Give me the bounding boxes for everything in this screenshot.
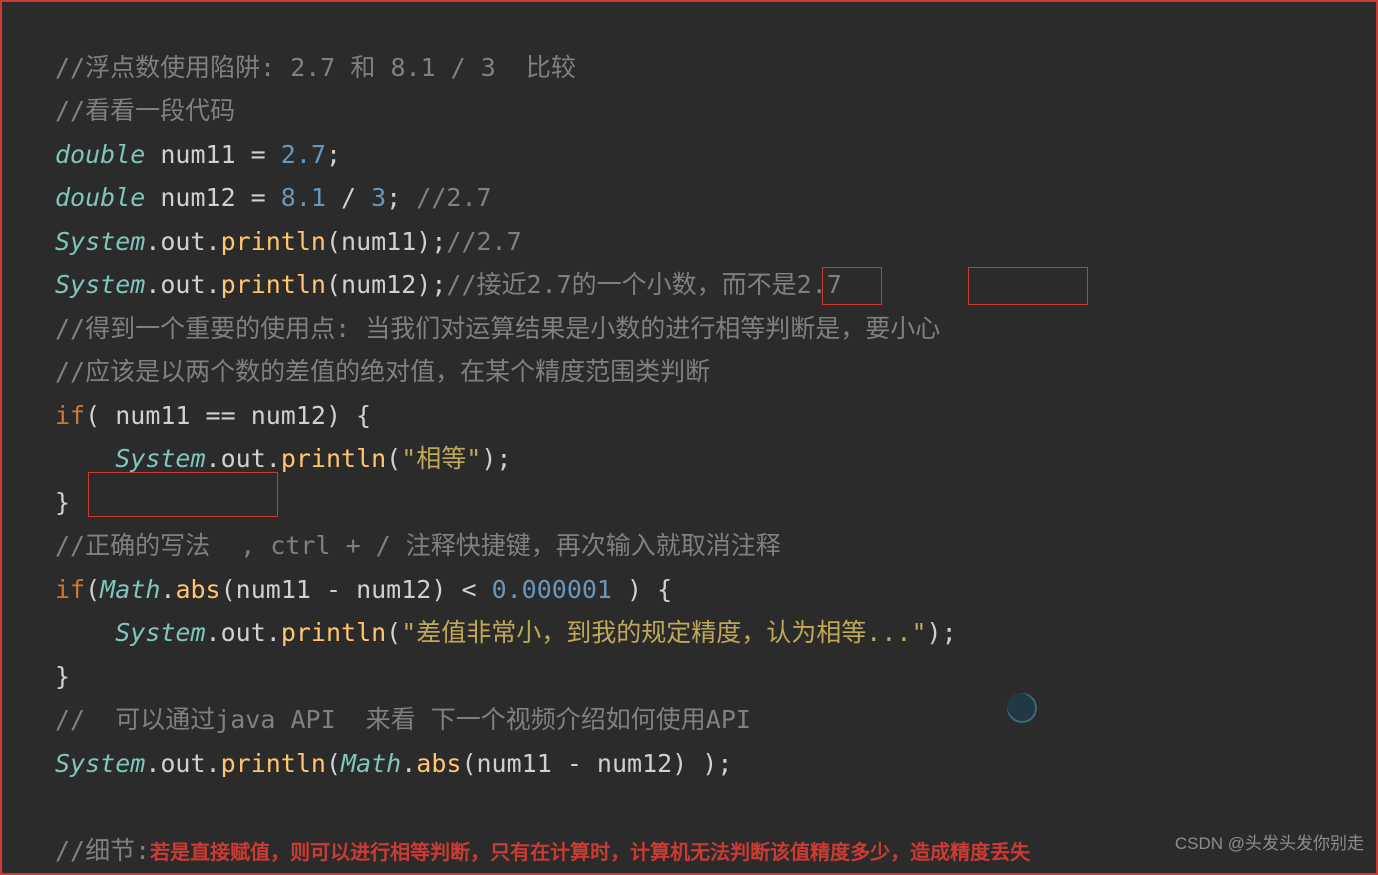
comment: //得到一个重要的使用点: 当我们对运算结果是小数的进行相等判断是，要小心 [55, 314, 940, 343]
keyword-if: if [55, 401, 85, 430]
keyword-double: double [55, 140, 145, 169]
comment: //浮点数使用陷阱: 2.7 和 8.1 / 3 比较 [55, 53, 576, 82]
method-println: println [221, 227, 326, 256]
close-brace: } [55, 488, 70, 517]
number: 2.7 [281, 140, 326, 169]
comment: //2.7 [446, 227, 521, 256]
number: 3 [371, 183, 386, 212]
comment: //2.7 [401, 183, 491, 212]
op-equals: = [251, 140, 266, 169]
identifier: num11 [145, 140, 250, 169]
comment: //细节: [55, 836, 150, 865]
string-literal: "相等" [401, 444, 481, 473]
number: 8.1 [281, 183, 326, 212]
highlighted-note: 若是直接赋值，则可以进行相等判断，只有在计算时，计算机无法判断该值精度多少，造成… [150, 842, 1030, 864]
code-block: //浮点数使用陷阱: 2.7 和 8.1 / 3 比较 //看看一段代码 dou… [55, 2, 1368, 875]
keyword-double: double [55, 183, 145, 212]
class-system: System [55, 227, 145, 256]
close-brace: } [55, 662, 70, 691]
comment: // 可以通过java API 来看 下一个视频介绍如何使用API [55, 705, 751, 734]
semicolon: ; [326, 140, 341, 169]
number: 0.000001 [477, 575, 628, 604]
comment: //应该是以两个数的差值的绝对值，在某个精度范围类判断 [55, 357, 710, 386]
method-abs: abs [175, 575, 220, 604]
comment: //正确的写法 , ctrl + / 注释快捷键，再次输入就取消注释 [55, 531, 781, 560]
watermark: CSDN @头发头发你别走 [1175, 822, 1364, 866]
class-math: Math [100, 575, 160, 604]
comment: //看看一段代码 [55, 96, 235, 125]
identifier: num12 [145, 183, 250, 212]
string-literal: "差值非常小，到我的规定精度，认为相等..." [401, 618, 926, 647]
comment: //接近2.7的一个小数，而不是2.7 [446, 270, 841, 299]
keyword-if: if [55, 575, 85, 604]
